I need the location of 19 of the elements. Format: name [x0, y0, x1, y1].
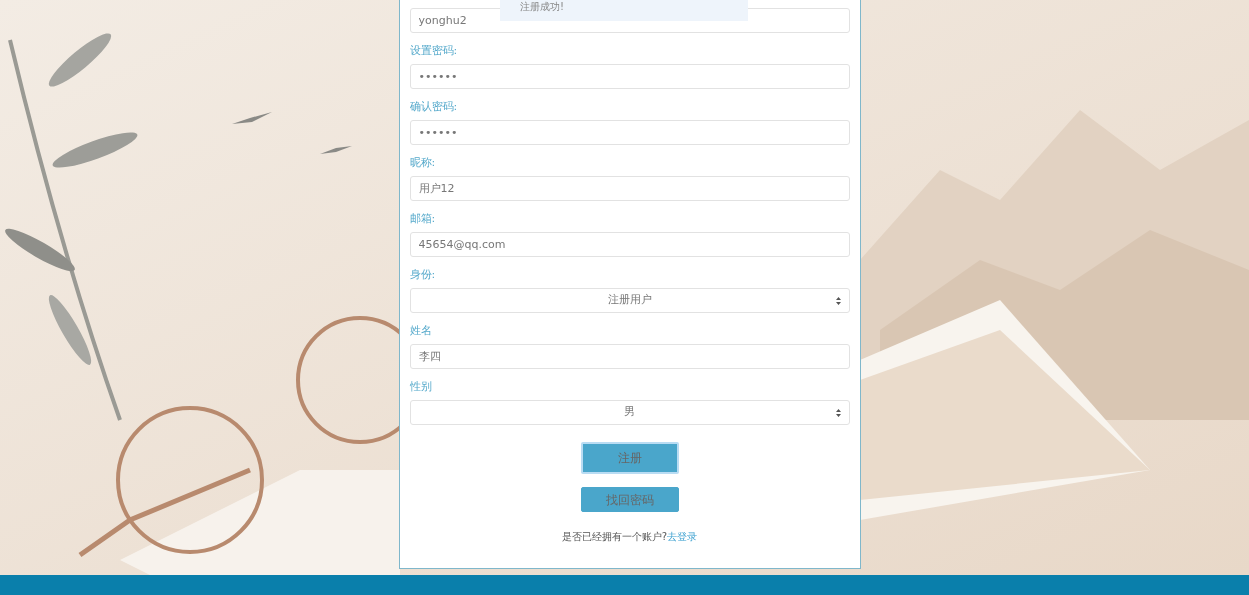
login-link[interactable]: 去登录: [667, 529, 698, 544]
field-label: 邮箱:: [409, 212, 436, 226]
field-label: 姓名: [409, 324, 432, 338]
field-label: 确认密码:: [409, 100, 458, 114]
input-field[interactable]: 李四: [409, 344, 850, 369]
sort-arrows-icon: [835, 297, 841, 305]
field-label: 昵称:: [409, 156, 436, 170]
sort-arrows-icon: [835, 409, 841, 417]
input-field[interactable]: 用户12: [409, 176, 850, 201]
field-label: 身份:: [409, 268, 436, 282]
toast: 注册成功!: [500, 0, 748, 21]
field-label: 设置密码:: [409, 44, 458, 58]
input-field[interactable]: ••••••: [409, 120, 850, 145]
input-field[interactable]: ••••••: [409, 64, 850, 89]
account-question: 是否已经拥有一个账户?: [561, 530, 668, 544]
input-field[interactable]: 45654@qq.com: [409, 232, 850, 257]
select-field[interactable]: 男: [409, 400, 850, 425]
select-field[interactable]: 注册用户: [409, 288, 850, 313]
field-label: 性别: [409, 380, 432, 394]
